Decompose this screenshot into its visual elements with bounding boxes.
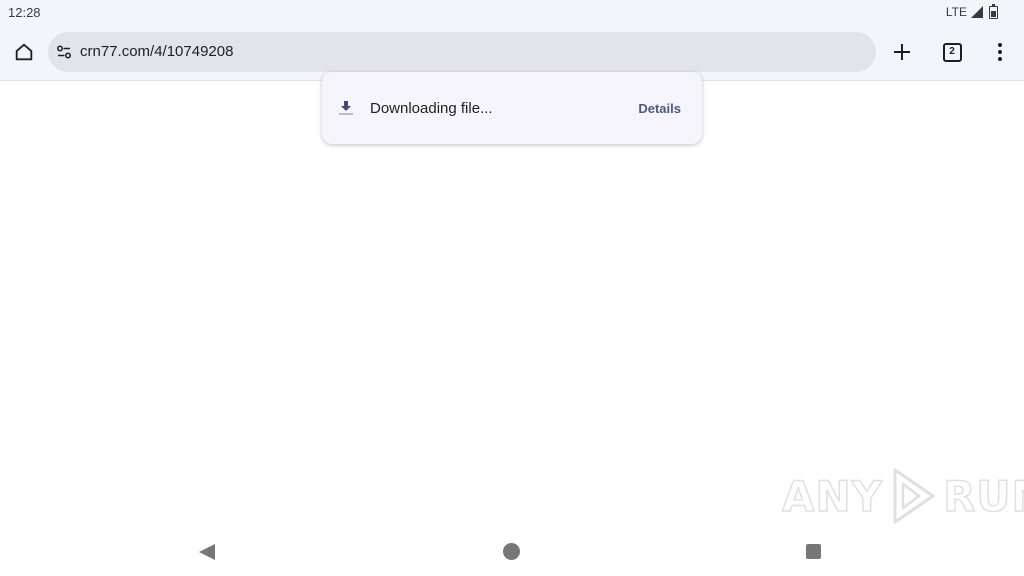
home-button[interactable] — [10, 38, 38, 66]
play-logo-icon — [893, 468, 935, 524]
status-bar: 12:28 LTE — [0, 0, 1024, 24]
details-button[interactable]: Details — [638, 101, 681, 116]
address-bar[interactable]: crn77.com/4/10749208 — [48, 32, 876, 72]
plus-icon — [894, 44, 910, 60]
home-icon — [15, 43, 33, 61]
anyrun-watermark: ANY RUN — [781, 466, 1024, 526]
menu-dot — [998, 43, 1002, 47]
status-indicators: LTE — [945, 3, 998, 19]
signal-icon — [971, 6, 983, 18]
url-text[interactable]: crn77.com/4/10749208 — [80, 43, 233, 60]
watermark-text-left: ANY — [781, 471, 884, 522]
menu-dot — [998, 57, 1002, 61]
download-icon — [336, 98, 356, 118]
system-nav-bar — [0, 528, 1024, 576]
status-time: 12:28 — [8, 5, 41, 20]
menu-dot — [998, 50, 1002, 54]
watermark-text-right: RUN — [942, 471, 1024, 522]
recents-icon[interactable] — [806, 544, 821, 559]
tab-count: 2 — [949, 46, 955, 57]
tab-switcher-button[interactable]: 2 — [938, 38, 966, 66]
back-icon[interactable] — [199, 544, 215, 560]
more-vert-icon[interactable] — [986, 38, 1014, 66]
new-tab-button[interactable] — [888, 38, 916, 66]
download-message: Downloading file... — [370, 100, 493, 117]
network-type: LTE — [945, 5, 967, 19]
site-settings-icon[interactable] — [54, 42, 74, 62]
battery-icon — [989, 3, 998, 19]
download-snackbar: Downloading file... Details — [322, 72, 702, 144]
tab-switcher-icon: 2 — [942, 42, 962, 62]
home-circle-icon[interactable] — [503, 543, 520, 560]
